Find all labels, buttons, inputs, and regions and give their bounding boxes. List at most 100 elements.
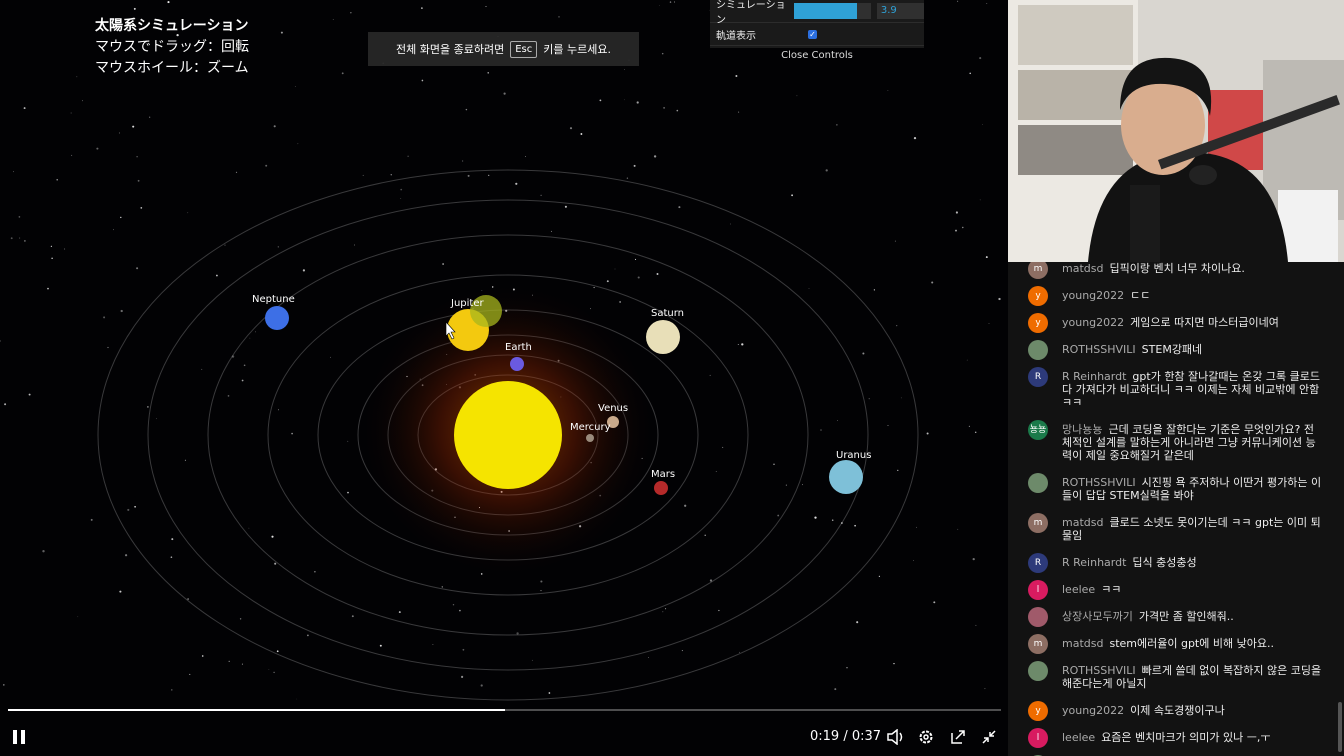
chat-message: ROTHSSHVILI 시진핑 욕 주저하나 이딴거 평가하는 이들이 답답 ST… — [1028, 473, 1324, 502]
user-avatar[interactable]: m — [1028, 513, 1048, 533]
label-mercury: Mercury — [570, 422, 611, 433]
chat-message: R R Reinhardt gpt가 한참 잘나갈때는 온갖 그록 클로드 다 가져… — [1028, 367, 1324, 409]
chat-message-body: matdsd stem에러율이 gpt에 비해 낮아요.. — [1062, 637, 1274, 654]
fullscreen-notice-suffix: 키를 누르세요. — [543, 43, 611, 56]
label-earth: Earth — [505, 342, 532, 353]
user-avatar[interactable]: y — [1028, 313, 1048, 333]
volume-icon[interactable] — [887, 729, 905, 745]
chat-nickname[interactable]: young2022 — [1062, 289, 1124, 302]
chat-nickname[interactable]: matdsd — [1062, 262, 1103, 275]
chat-nickname[interactable]: 망나뇽뇽 — [1062, 423, 1102, 436]
chat-message: y young2022 이제 속도경쟁이구나 — [1028, 701, 1324, 721]
chat-message-body: ROTHSSHVILI 시진핑 욕 주저하나 이딴거 평가하는 이들이 답답 ST… — [1062, 476, 1324, 502]
chat-message-body: 망나뇽뇽 근데 코딩을 잘한다는 기준은 무엇인가요? 전체적인 설계를 말하는게… — [1062, 423, 1324, 462]
solar-system-viewport[interactable]: Mercury Venus Earth Mars Jupiter Saturn … — [0, 0, 1008, 756]
chat-nickname[interactable]: ROTHSSHVILI — [1062, 343, 1136, 356]
user-avatar[interactable]: 뇽뇽 — [1028, 420, 1048, 440]
esc-key: Esc — [510, 40, 538, 58]
chat-message: ROTHSSHVILI 빠르게 쓸데 없이 복잡하지 않은 코딩을 해준다는게 아… — [1028, 661, 1324, 690]
user-avatar[interactable] — [1028, 473, 1048, 493]
user-avatar[interactable]: l — [1028, 728, 1048, 748]
user-avatar[interactable] — [1028, 661, 1048, 681]
label-venus: Venus — [598, 403, 629, 414]
planet-saturn — [646, 320, 680, 354]
chat-message-body: R Reinhardt gpt가 한참 잘나갈때는 온갖 그록 클로드 다 가져다… — [1062, 370, 1324, 409]
label-uranus: Uranus — [836, 450, 872, 461]
chat-scrollbar[interactable] — [1338, 702, 1342, 752]
chat-nickname[interactable]: leelee — [1062, 731, 1095, 744]
chat-message-body: ROTHSSHVILI 빠르게 쓸데 없이 복잡하지 않은 코딩을 해준다는게 아… — [1062, 664, 1324, 690]
planet-uranus — [829, 460, 863, 494]
chat-nickname[interactable]: 상장사모두까기 — [1062, 610, 1133, 623]
speed-value-input[interactable]: 3.9 — [876, 3, 924, 19]
pause-icon[interactable] — [12, 730, 26, 744]
user-avatar[interactable]: y — [1028, 286, 1048, 306]
chat-nickname[interactable]: R Reinhardt — [1062, 370, 1126, 383]
chat-nickname[interactable]: matdsd — [1062, 637, 1103, 650]
webcam-feed — [1008, 0, 1344, 262]
user-avatar[interactable] — [1028, 340, 1048, 360]
chat-message: ROTHSSHVILI STEM강패네 — [1028, 340, 1324, 360]
chat-message-body: leelee 요즘은 벤치마크가 의미가 있나 ㅡ,ㅜ — [1062, 731, 1270, 748]
speed-slider-fill — [794, 3, 858, 19]
chat-message-body: matdsd 딥픽이랑 벤치 너무 차이나요. — [1062, 262, 1245, 279]
user-avatar[interactable]: y — [1028, 701, 1048, 721]
chat-message-body: young2022 이제 속도경쟁이구나 — [1062, 704, 1225, 721]
orbit-checkbox[interactable]: ✓ — [808, 29, 817, 39]
speed-slider[interactable] — [794, 3, 871, 19]
controls-panel: シミュレーション 3.9 軌道表示 ✓ — [710, 0, 924, 48]
chat-message-body: leelee ㅋㅋ — [1062, 583, 1121, 600]
zoom-hint: マウスホイール：ズーム — [95, 60, 249, 76]
chat-nickname[interactable]: matdsd — [1062, 516, 1103, 529]
chat-text: 가격만 좀 할인해줘.. — [1138, 610, 1234, 623]
chat-message-body: young2022 ㄷㄷ — [1062, 289, 1150, 306]
live-chat-panel: m matdsd 딥픽이랑 벤치 너무 차이나요. y young2022 ㄷㄷ y youn… — [1008, 262, 1344, 756]
user-avatar[interactable]: m — [1028, 634, 1048, 654]
orbit-label: 軌道表示 — [716, 30, 756, 42]
chat-nickname[interactable]: young2022 — [1062, 704, 1124, 717]
chat-text: 게임으로 따지면 마스터급이네여 — [1130, 316, 1279, 329]
planet-neptune — [265, 306, 289, 330]
label-jupiter: Jupiter — [451, 298, 484, 309]
chat-nickname[interactable]: ROTHSSHVILI — [1062, 476, 1136, 489]
chat-text: 딥픽이랑 벤치 너무 차이나요. — [1109, 262, 1245, 275]
planet-earth — [510, 357, 524, 371]
chat-nickname[interactable]: R Reinhardt — [1062, 556, 1126, 569]
chat-message-body: matdsd 클로드 소넷도 못이기는데 ㅋㅋ gpt는 이미 퇴물임 — [1062, 516, 1324, 542]
label-mars: Mars — [651, 469, 676, 480]
drag-hint: マウスでドラッグ：回転 — [95, 39, 249, 55]
instructions-panel: 太陽系シミュレーション マウスでドラッグ：回転 マウスホイール：ズーム — [95, 16, 249, 79]
video-progress-bar[interactable] — [8, 709, 1001, 711]
user-avatar[interactable]: l — [1028, 580, 1048, 600]
streamer-video — [1008, 0, 1344, 262]
chat-message: m matdsd 딥픽이랑 벤치 너무 차이나요. — [1028, 262, 1324, 279]
space-canvas[interactable] — [0, 0, 1008, 756]
chat-text: stem에러율이 gpt에 비해 낮아요.. — [1109, 637, 1274, 650]
chat-message: y young2022 게임으로 따지면 마스터급이네여 — [1028, 313, 1324, 333]
popout-icon[interactable] — [950, 729, 966, 745]
chat-message: l leelee ㅋㅋ — [1028, 580, 1324, 600]
chat-text: 이제 속도경쟁이구나 — [1130, 704, 1225, 717]
chat-nickname[interactable]: ROTHSSHVILI — [1062, 664, 1136, 677]
user-avatar[interactable] — [1028, 607, 1048, 627]
chat-nickname[interactable]: leelee — [1062, 583, 1095, 596]
video-time: 0:19 / 0:37 — [810, 729, 882, 744]
fullscreen-notice-prefix: 전체 화면을 종료하려면 — [396, 43, 505, 56]
exit-fullscreen-icon[interactable] — [981, 729, 997, 745]
chat-message: R R Reinhardt 딥식 충성충성 — [1028, 553, 1324, 573]
speed-label: シミュレーション — [716, 0, 786, 26]
settings-gear-icon[interactable] — [918, 729, 934, 745]
chat-message-body: R Reinhardt 딥식 충성충성 — [1062, 556, 1197, 573]
chat-nickname[interactable]: young2022 — [1062, 316, 1124, 329]
checkmark-icon: ✓ — [808, 29, 817, 39]
user-avatar[interactable]: m — [1028, 262, 1048, 279]
chat-message: 상장사모두까기 가격만 좀 할인해줘.. — [1028, 607, 1324, 627]
user-avatar[interactable]: R — [1028, 553, 1048, 573]
chat-text: STEM강패네 — [1141, 343, 1203, 356]
chat-text: 요즘은 벤치마크가 의미가 있나 ㅡ,ㅜ — [1101, 731, 1271, 744]
close-controls-button[interactable]: Close Controls — [710, 50, 924, 61]
fullscreen-exit-notice: 전체 화면을 종료하려면 Esc 키를 누르세요. — [368, 32, 639, 66]
chat-message: m matdsd 클로드 소넷도 못이기는데 ㅋㅋ gpt는 이미 퇴물임 — [1028, 513, 1324, 542]
chat-text: ㄷㄷ — [1130, 289, 1151, 302]
user-avatar[interactable]: R — [1028, 367, 1048, 387]
